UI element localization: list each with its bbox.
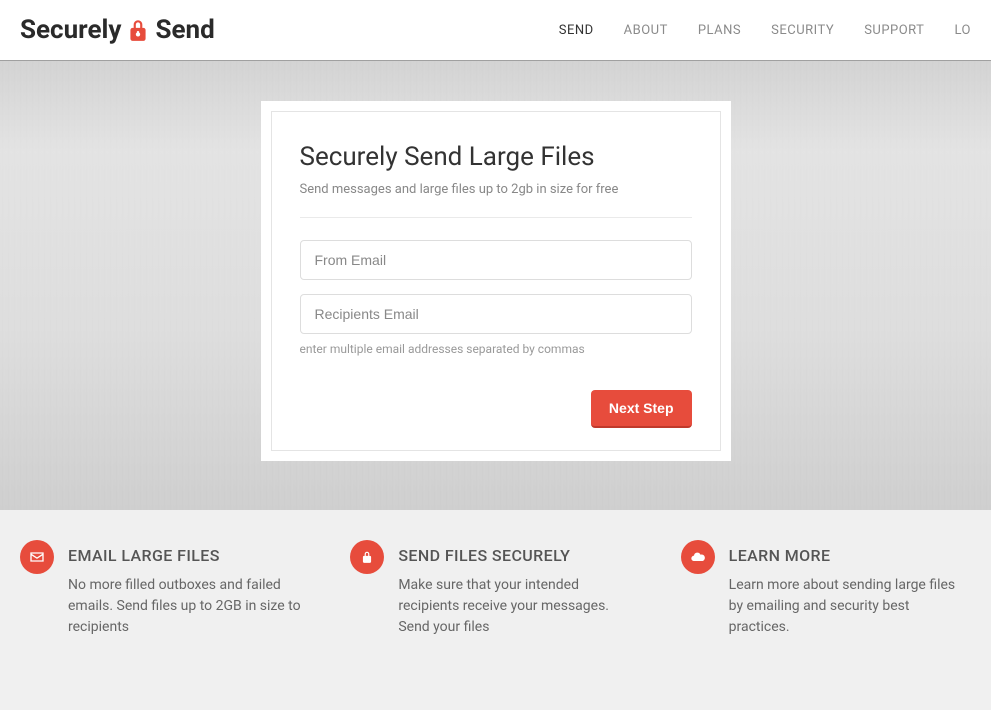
feature-learn-more: LEARN MORE Learn more about sending larg… — [681, 540, 971, 710]
feature-body: Make sure that your intended recipients … — [398, 575, 640, 638]
feature-send-securely: SEND FILES SECURELY Make sure that your … — [350, 540, 640, 710]
brand-logo[interactable]: Securely Send — [20, 15, 215, 45]
lock-icon — [350, 540, 384, 574]
nav-security[interactable]: SECURITY — [771, 23, 834, 38]
feature-text: EMAIL LARGE FILES No more filled outboxe… — [68, 540, 310, 710]
feature-text: SEND FILES SECURELY Make sure that your … — [398, 540, 640, 710]
feature-title: EMAIL LARGE FILES — [68, 546, 310, 565]
nav-support[interactable]: SUPPORT — [864, 23, 924, 38]
feature-body: Learn more about sending large files by … — [729, 575, 971, 638]
nav-about[interactable]: ABOUT — [624, 23, 668, 38]
nav-login[interactable]: LO — [954, 23, 971, 38]
next-step-button[interactable]: Next Step — [591, 390, 692, 428]
nav-plans[interactable]: PLANS — [698, 23, 741, 38]
hero-section: Securely Send Large Files Send messages … — [0, 60, 991, 510]
recipients-hint: enter multiple email addresses separated… — [300, 342, 692, 356]
send-card-inner: Securely Send Large Files Send messages … — [271, 111, 721, 451]
feature-title: SEND FILES SECURELY — [398, 546, 640, 565]
envelope-icon — [20, 540, 54, 574]
feature-email-large-files: EMAIL LARGE FILES No more filled outboxe… — [20, 540, 310, 710]
send-card: Securely Send Large Files Send messages … — [261, 101, 731, 461]
cloud-icon — [681, 540, 715, 574]
top-header: Securely Send SEND ABOUT PLANS SECURITY … — [0, 0, 991, 60]
features-row: EMAIL LARGE FILES No more filled outboxe… — [0, 510, 991, 710]
brand-part2: Send — [155, 15, 214, 45]
nav-send[interactable]: SEND — [559, 23, 594, 38]
feature-text: LEARN MORE Learn more about sending larg… — [729, 540, 971, 710]
brand-part1: Securely — [20, 15, 121, 45]
card-subtitle: Send messages and large files up to 2gb … — [300, 182, 692, 218]
button-row: Next Step — [300, 390, 692, 428]
main-nav: SEND ABOUT PLANS SECURITY SUPPORT LO — [559, 23, 971, 38]
feature-title: LEARN MORE — [729, 546, 971, 565]
recipients-email-input[interactable] — [300, 294, 692, 334]
lock-icon — [123, 15, 153, 45]
card-title: Securely Send Large Files — [300, 142, 692, 172]
feature-body: No more filled outboxes and failed email… — [68, 575, 310, 638]
from-email-input[interactable] — [300, 240, 692, 280]
